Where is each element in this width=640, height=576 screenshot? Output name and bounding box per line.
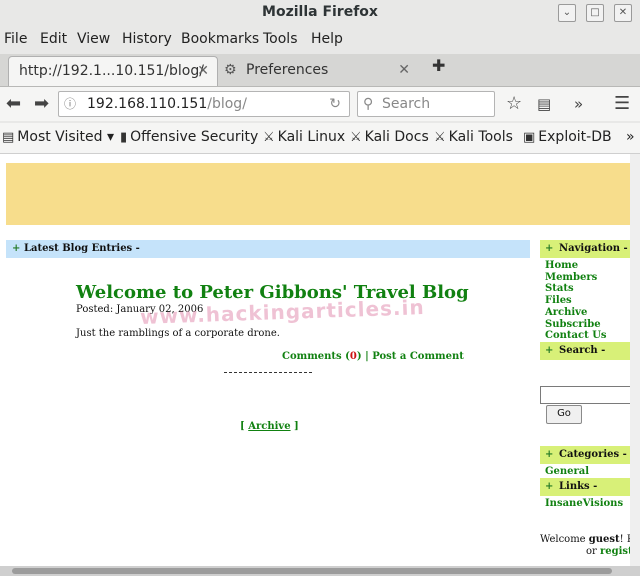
archive-link[interactable]: Archive bbox=[248, 421, 290, 432]
external-links: InsaneVisions bbox=[545, 498, 623, 510]
menu-view[interactable]: View bbox=[77, 31, 110, 47]
overflow-icon[interactable]: » bbox=[574, 95, 583, 113]
reload-icon[interactable]: ↻ bbox=[329, 92, 341, 116]
category-general[interactable]: General bbox=[545, 466, 589, 478]
close-tab-icon[interactable]: ✕ bbox=[398, 56, 410, 84]
bookmark-offensive-security[interactable]: ▮ Offensive Security bbox=[120, 129, 258, 145]
comments-count: 0 bbox=[349, 351, 357, 362]
navigation-header: + Navigation - bbox=[540, 240, 630, 258]
categories-title: Categories - bbox=[559, 449, 627, 460]
nav-link-stats[interactable]: Stats bbox=[545, 283, 607, 295]
bookmark-kali-tools[interactable]: ⚔ Kali Tools bbox=[434, 129, 513, 145]
nav-link-subscribe[interactable]: Subscribe bbox=[545, 319, 607, 331]
page-banner bbox=[6, 163, 630, 225]
expand-icon[interactable]: + bbox=[545, 478, 553, 496]
bookmarks-toolbar: ▤ Most Visited ▾ ▮ Offensive Security ⚔ Kal… bbox=[0, 123, 640, 154]
window-title: Mozilla Firefox bbox=[262, 4, 378, 20]
back-icon[interactable]: ⬅ bbox=[6, 93, 21, 114]
search-bar[interactable]: ⚲ Search bbox=[357, 91, 495, 117]
bookmark-most-visited[interactable]: ▤ Most Visited ▾ bbox=[2, 129, 114, 145]
menu-bookmarks[interactable]: Bookmarks bbox=[181, 31, 259, 47]
close-button[interactable]: ✕ bbox=[614, 4, 632, 22]
tab-label: http://192.1...10.151/blog/ bbox=[19, 63, 204, 79]
bookmarks-overflow-icon[interactable]: » bbox=[626, 129, 635, 145]
latest-entries-bar: + Latest Blog Entries - bbox=[6, 240, 530, 258]
scrollbar-thumb[interactable] bbox=[12, 568, 612, 574]
info-icon[interactable]: ⓘ bbox=[64, 92, 76, 116]
menu-file[interactable]: File bbox=[4, 31, 27, 47]
gear-icon: ⚙ bbox=[224, 62, 237, 78]
kali-icon: ⚔ bbox=[434, 130, 446, 145]
welcome-text: Welcome guest! Pl bbox=[540, 534, 630, 545]
tab-preferences[interactable]: ⚙ Preferences ✕ bbox=[218, 56, 418, 85]
page-viewport: + Latest Blog Entries - Welcome to Peter… bbox=[0, 154, 630, 566]
horizontal-scrollbar[interactable] bbox=[0, 566, 640, 576]
folder-icon: ▤ bbox=[2, 130, 15, 145]
kali-icon: ⚔ bbox=[350, 130, 362, 145]
vertical-scrollbar[interactable] bbox=[630, 154, 640, 566]
link-insanevisions[interactable]: InsaneVisions bbox=[545, 498, 623, 510]
search-icon: ⚲ bbox=[363, 96, 374, 112]
menu-bar: File Edit View History Bookmarks Tools H… bbox=[0, 28, 640, 52]
bookmark-exploit-db[interactable]: ▣ Exploit-DB bbox=[523, 129, 612, 145]
tab-blog[interactable]: http://192.1...10.151/blog/ ✕ bbox=[8, 56, 218, 86]
links-title: Links - bbox=[559, 481, 598, 492]
bookmark-star-icon[interactable]: ☆ bbox=[506, 93, 522, 114]
maximize-button[interactable]: □ bbox=[586, 4, 604, 22]
menu-help[interactable]: Help bbox=[311, 31, 343, 47]
sidebar-search-input[interactable] bbox=[540, 386, 630, 404]
exploit-db-icon: ▣ bbox=[523, 130, 536, 145]
register-line: or regist bbox=[586, 546, 630, 557]
offsec-icon: ▮ bbox=[120, 130, 128, 145]
hamburger-menu-icon[interactable]: ☰ bbox=[614, 93, 630, 114]
nav-link-home[interactable]: Home bbox=[545, 260, 607, 272]
search-title: Search - bbox=[559, 345, 606, 356]
nav-link-archive[interactable]: Archive bbox=[545, 307, 607, 319]
close-tab-icon[interactable]: ✕ bbox=[197, 57, 209, 85]
reading-list-icon[interactable]: ▤ bbox=[537, 95, 551, 113]
categories-header: + Categories - bbox=[540, 446, 630, 464]
minimize-button[interactable]: ⌄ bbox=[558, 4, 576, 22]
bookmark-kali-docs[interactable]: ⚔ Kali Docs bbox=[350, 129, 429, 145]
archive-line: [ Archive ] bbox=[240, 421, 299, 432]
nav-link-files[interactable]: Files bbox=[545, 295, 607, 307]
new-tab-icon[interactable]: ✚ bbox=[432, 56, 445, 75]
comments-line: Comments (0) | Post a Comment bbox=[282, 351, 464, 362]
nav-link-members[interactable]: Members bbox=[545, 272, 607, 284]
window-titlebar: Mozilla Firefox ⌄ □ ✕ bbox=[0, 0, 640, 26]
expand-icon[interactable]: + bbox=[545, 342, 553, 360]
tab-label: Preferences bbox=[246, 62, 329, 78]
url-bar[interactable]: ⓘ 192.168.110.151/blog/ ↻ bbox=[58, 91, 350, 117]
navigation-links: Home Members Stats Files Archive Subscri… bbox=[545, 260, 607, 342]
category-links: General bbox=[545, 466, 589, 478]
comments-link[interactable]: Comments bbox=[282, 351, 342, 362]
forward-icon[interactable]: ➡ bbox=[34, 93, 49, 114]
menu-edit[interactable]: Edit bbox=[40, 31, 67, 47]
nav-link-contact[interactable]: Contact Us bbox=[545, 330, 607, 342]
expand-icon[interactable]: + bbox=[545, 446, 553, 464]
tab-bar: http://192.1...10.151/blog/ ✕ ⚙ Preferen… bbox=[0, 54, 640, 87]
post-body: Just the ramblings of a corporate drone. bbox=[76, 328, 280, 339]
post-comment-link[interactable]: Post a Comment bbox=[372, 351, 464, 362]
latest-entries-label: Latest Blog Entries - bbox=[24, 243, 140, 254]
expand-icon[interactable]: + bbox=[12, 240, 20, 258]
register-link[interactable]: regist bbox=[600, 546, 630, 557]
search-header: + Search - bbox=[540, 342, 630, 360]
bookmark-kali-linux[interactable]: ⚔ Kali Linux bbox=[263, 129, 345, 145]
welcome-user: guest bbox=[588, 534, 620, 545]
go-button[interactable]: Go bbox=[546, 405, 582, 424]
url-text: 192.168.110.151/blog/ bbox=[87, 96, 247, 112]
navigation-title: Navigation - bbox=[559, 243, 628, 254]
window-controls: ⌄ □ ✕ bbox=[558, 4, 632, 22]
links-header: + Links - bbox=[540, 478, 630, 496]
search-placeholder: Search bbox=[382, 96, 431, 112]
expand-icon[interactable]: + bbox=[545, 240, 553, 258]
separator-line bbox=[224, 372, 312, 373]
kali-icon: ⚔ bbox=[263, 130, 275, 145]
menu-tools[interactable]: Tools bbox=[263, 31, 298, 47]
menu-history[interactable]: History bbox=[122, 31, 172, 47]
navigation-toolbar: ⬅ ➡ ⓘ 192.168.110.151/blog/ ↻ ⚲ Search ☆… bbox=[0, 87, 640, 121]
